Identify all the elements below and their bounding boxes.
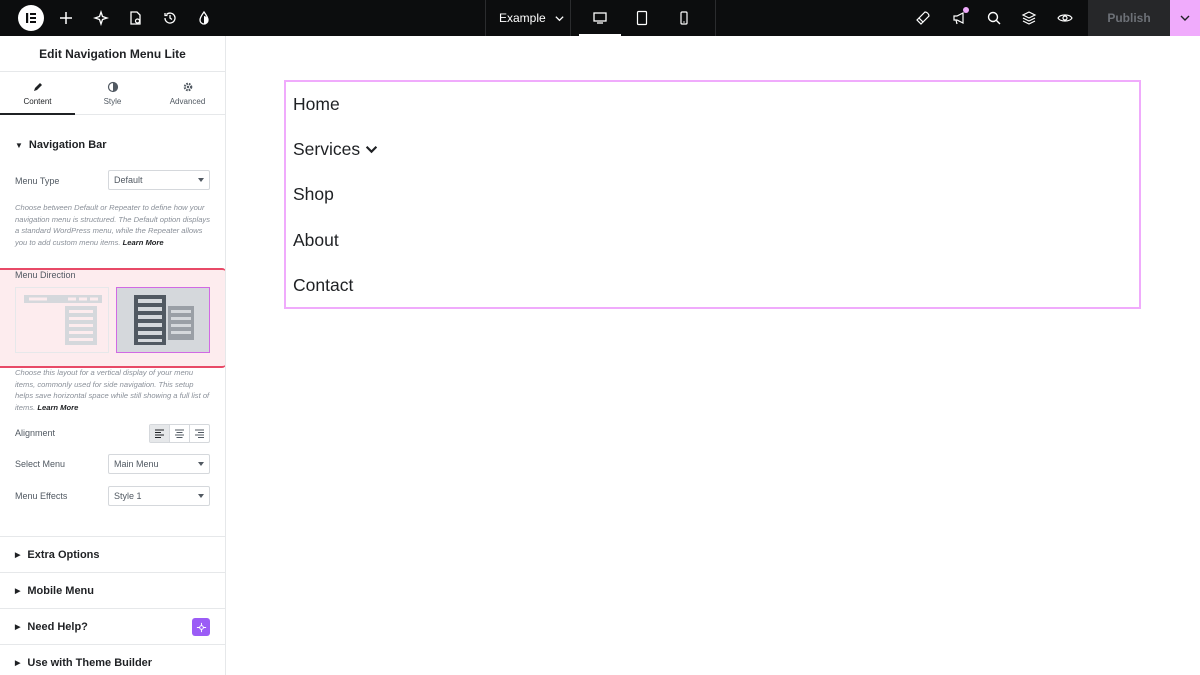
ai-sparkle-icon[interactable]	[91, 8, 111, 28]
menu-type-value: Default	[114, 175, 143, 185]
section-title: Navigation Bar	[28, 139, 107, 151]
tab-label: Style	[103, 96, 122, 106]
chevron-down-icon	[1180, 15, 1190, 21]
tab-label: Advanced	[169, 96, 206, 106]
select-menu-label: Select Menu	[15, 459, 66, 469]
rocket-icon[interactable]	[913, 8, 933, 28]
menu-item-label: Services	[293, 139, 361, 159]
tablet-view-button[interactable]	[621, 0, 663, 36]
align-center-icon	[175, 429, 184, 438]
publish-button[interactable]: Publish	[1088, 0, 1170, 36]
menu-item-home[interactable]: Home	[293, 94, 340, 115]
pencil-icon	[33, 82, 42, 91]
menu-effects-dropdown[interactable]: Style 1	[108, 486, 210, 506]
section-title: Use with Theme Builder	[27, 656, 153, 669]
panel-tabs: Content Style Advanced	[0, 72, 225, 115]
learn-more-link[interactable]: Learn More	[37, 403, 78, 412]
menu-item-contact[interactable]: Contact	[293, 275, 353, 296]
dropdown-arrow-icon	[198, 178, 204, 182]
vertical-layout-icon	[134, 295, 194, 345]
menu-item-services[interactable]: Services	[293, 139, 378, 160]
tab-style[interactable]: Style	[75, 72, 150, 114]
panel-title: Edit Navigation Menu Lite	[0, 36, 225, 72]
section-title: Need Help?	[27, 620, 88, 633]
menu-effects-label: Menu Effects	[15, 491, 68, 501]
desktop-view-button[interactable]	[579, 0, 621, 36]
top-bar: Example Publish	[0, 0, 1200, 36]
menu-direction-horizontal-option[interactable]	[15, 287, 109, 353]
menu-type-help: Choose between Default or Repeater to de…	[15, 202, 210, 248]
layers-icon[interactable]	[1019, 8, 1039, 28]
add-element-icon[interactable]	[56, 8, 76, 28]
menu-item-label: Shop	[293, 184, 334, 204]
tab-label: Content	[23, 96, 52, 106]
mobile-menu-section-toggle[interactable]: ▶ Mobile Menu	[0, 572, 225, 608]
preview-eye-icon[interactable]	[1055, 8, 1075, 28]
notification-badge	[963, 7, 969, 13]
align-right-icon	[195, 429, 204, 438]
publish-options-button[interactable]	[1170, 0, 1200, 36]
navigation-menu-widget[interactable]: Home Services Shop About Contact	[284, 80, 1141, 309]
document-name: Example	[499, 11, 546, 25]
gear-icon	[183, 82, 192, 91]
menu-item-about[interactable]: About	[293, 230, 339, 251]
horizontal-layout-icon	[24, 295, 102, 345]
select-menu-value: Main Menu	[114, 459, 159, 469]
topbar-divider	[715, 0, 716, 36]
caret-right-icon: ▶	[15, 659, 21, 667]
select-menu-dropdown[interactable]: Main Menu	[108, 454, 210, 474]
menu-item-shop[interactable]: Shop	[293, 184, 334, 205]
menu-direction-label: Menu Direction	[15, 270, 76, 280]
tab-advanced[interactable]: Advanced	[150, 72, 225, 114]
menu-type-select[interactable]: Default	[108, 170, 210, 190]
dropdown-arrow-icon	[198, 494, 204, 498]
learn-more-link[interactable]: Learn More	[123, 238, 164, 247]
menu-type-label: Menu Type	[15, 176, 60, 186]
document-selector[interactable]: Example	[485, 0, 571, 36]
menu-item-label: Contact	[293, 275, 354, 295]
help-text: Choose between Default or Repeater to de…	[15, 203, 211, 247]
caret-down-icon: ▼	[15, 140, 23, 150]
navigation-bar-section-toggle[interactable]: ▼ Navigation Bar	[15, 139, 107, 151]
align-right-button[interactable]	[190, 425, 209, 442]
history-icon[interactable]	[160, 8, 180, 28]
section-title: Extra Options	[27, 548, 100, 561]
menu-item-label: Home	[293, 94, 340, 114]
caret-right-icon: ▶	[15, 587, 21, 595]
need-help-section-toggle[interactable]: ▶ Need Help?	[0, 608, 225, 644]
caret-right-icon: ▶	[15, 623, 21, 631]
theme-builder-section-toggle[interactable]: ▶ Use with Theme Builder	[0, 644, 225, 675]
page-settings-icon[interactable]	[125, 8, 145, 28]
preview-canvas: Home Services Shop About Contact	[227, 36, 1200, 675]
half-circle-icon	[107, 81, 118, 92]
tablet-icon	[636, 10, 648, 26]
chevron-down-icon	[365, 146, 378, 154]
section-title: Mobile Menu	[27, 584, 94, 597]
caret-right-icon: ▶	[15, 551, 21, 559]
alignment-control	[149, 424, 210, 443]
editor-panel: Edit Navigation Menu Lite Content Style …	[0, 36, 226, 675]
align-left-icon	[155, 429, 164, 438]
chevron-down-icon	[555, 15, 564, 21]
align-left-button[interactable]	[150, 425, 170, 442]
menu-direction-vertical-option[interactable]	[116, 287, 210, 353]
mobile-view-button[interactable]	[663, 0, 705, 36]
search-icon[interactable]	[984, 8, 1004, 28]
desktop-icon	[593, 12, 607, 24]
extra-options-section-toggle[interactable]: ▶ Extra Options	[0, 536, 225, 572]
mobile-icon	[680, 11, 688, 25]
menu-effects-value: Style 1	[114, 491, 142, 501]
align-center-button[interactable]	[170, 425, 190, 442]
site-settings-icon[interactable]	[194, 8, 214, 28]
dropdown-arrow-icon	[198, 462, 204, 466]
menu-direction-help: Choose this layout for a vertical displa…	[15, 367, 210, 413]
tab-content[interactable]: Content	[0, 72, 75, 115]
menu-item-label: About	[293, 230, 339, 250]
elementor-logo-icon[interactable]	[18, 5, 44, 31]
alignment-label: Alignment	[15, 428, 56, 438]
plugin-logo-icon	[192, 618, 210, 636]
